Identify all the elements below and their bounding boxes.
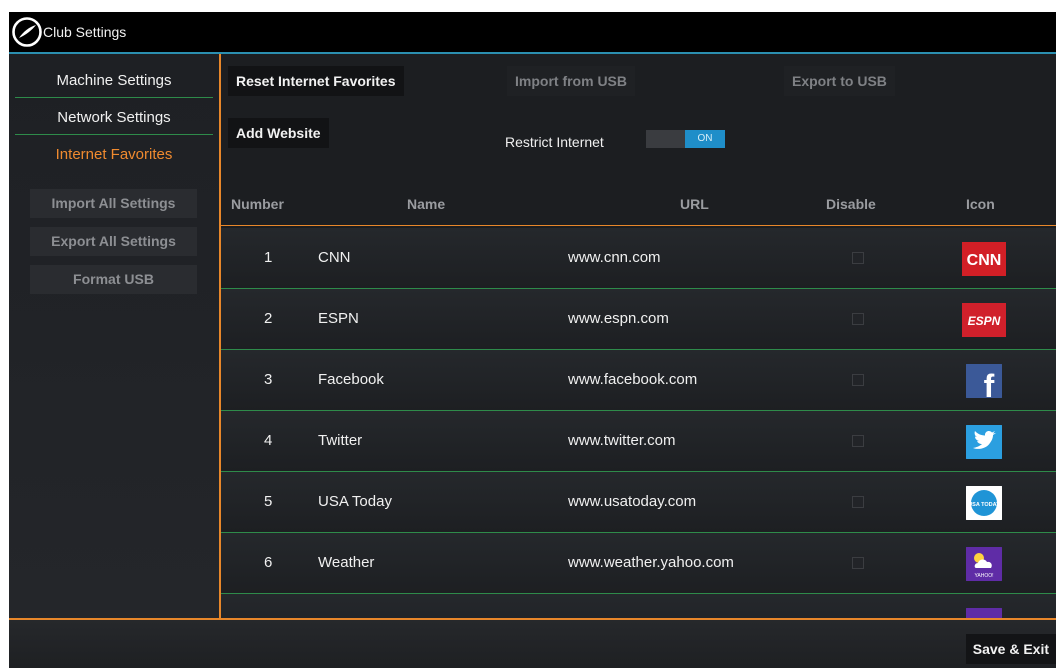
sidebar-item-machine-settings[interactable]: Machine Settings (15, 64, 213, 98)
restrict-internet-label: Restrict Internet (505, 134, 604, 150)
sidebar-item-internet-favorites[interactable]: Internet Favorites (15, 138, 213, 172)
row-url: www.usatoday.com (568, 493, 697, 510)
row-name: CNN (318, 249, 351, 266)
favorites-table-body: 1 CNN www.cnn.com CNN 2 ESPN www.espn.co… (221, 228, 1056, 618)
table-row[interactable] (221, 594, 1056, 618)
disable-checkbox[interactable] (852, 496, 864, 508)
row-url: www.facebook.com (568, 371, 698, 388)
row-number: 4 (264, 432, 273, 449)
table-row[interactable]: 3 Facebook www.facebook.com f (221, 350, 1056, 411)
row-name: USA Today (318, 493, 392, 510)
export-to-usb-button[interactable]: Export to USB (784, 66, 895, 96)
table-row[interactable]: 4 Twitter www.twitter.com (221, 411, 1056, 472)
column-header-number: Number (231, 196, 284, 212)
svg-text:f: f (984, 368, 995, 398)
table-row[interactable]: 5 USA Today www.usatoday.com USA TODAY (221, 472, 1056, 533)
cnn-icon: CNN (961, 242, 1007, 276)
row-number: 3 (264, 371, 273, 388)
svg-text:USA TODAY: USA TODAY (968, 502, 1000, 508)
add-website-button[interactable]: Add Website (228, 118, 329, 148)
row-url: www.cnn.com (568, 249, 661, 266)
disable-checkbox[interactable] (852, 557, 864, 569)
partial-row-icon (961, 608, 1007, 618)
column-header-disable: Disable (826, 196, 876, 212)
format-usb-button[interactable]: Format USB (30, 265, 197, 294)
export-all-settings-button[interactable]: Export All Settings (30, 227, 197, 256)
row-number: 2 (264, 310, 273, 327)
app-logo-icon (12, 17, 42, 47)
table-row[interactable]: 1 CNN www.cnn.com CNN (221, 228, 1056, 289)
disable-checkbox[interactable] (852, 313, 864, 325)
svg-text:CNN: CNN (967, 252, 1002, 269)
restrict-internet-toggle[interactable]: ON (646, 130, 725, 148)
weather-icon: YAHOO! (961, 547, 1007, 581)
toggle-state-label: ON (685, 130, 725, 148)
facebook-icon: f (961, 364, 1007, 398)
row-name: Twitter (318, 432, 363, 449)
column-header-name: Name (407, 196, 446, 212)
import-from-usb-button[interactable]: Import from USB (507, 66, 635, 96)
column-header-url: URL (680, 196, 709, 212)
title-bar: Club Settings (9, 12, 1056, 54)
disable-checkbox[interactable] (852, 374, 864, 386)
row-name: ESPN (318, 310, 359, 327)
disable-checkbox[interactable] (852, 252, 864, 264)
usa-today-icon: USA TODAY (961, 486, 1007, 520)
row-url: www.weather.yahoo.com (568, 554, 734, 571)
twitter-icon (961, 425, 1007, 459)
table-row[interactable]: 6 Weather www.weather.yahoo.com YAHOO! (221, 533, 1056, 594)
internet-favorites-panel: Reset Internet Favorites Import from USB… (221, 54, 1056, 618)
row-number: 6 (264, 554, 273, 571)
bottom-bar: Save & Exit (9, 618, 1056, 668)
row-number: 1 (264, 249, 273, 266)
espn-icon: ESPN (961, 303, 1007, 337)
column-header-icon: Icon (966, 196, 995, 212)
row-url: www.twitter.com (568, 432, 676, 449)
import-all-settings-button[interactable]: Import All Settings (30, 189, 197, 218)
favorites-table-header: Number Name URL Disable Icon (221, 182, 1056, 226)
row-url: www.espn.com (568, 310, 669, 327)
club-settings-window: Club Settings Machine Settings Network S… (9, 12, 1056, 668)
row-name: Facebook (318, 371, 384, 388)
svg-text:YAHOO!: YAHOO! (974, 573, 993, 579)
sidebar: Machine Settings Network Settings Intern… (9, 54, 219, 618)
disable-checkbox[interactable] (852, 435, 864, 447)
row-name: Weather (318, 554, 375, 571)
window-title: Club Settings (43, 24, 127, 40)
reset-internet-favorites-button[interactable]: Reset Internet Favorites (228, 66, 404, 96)
sidebar-item-network-settings[interactable]: Network Settings (15, 101, 213, 135)
svg-text:ESPN: ESPN (968, 314, 1001, 328)
row-number: 5 (264, 493, 273, 510)
table-row[interactable]: 2 ESPN www.espn.com ESPN (221, 289, 1056, 350)
save-exit-button[interactable]: Save & Exit (965, 634, 1056, 664)
